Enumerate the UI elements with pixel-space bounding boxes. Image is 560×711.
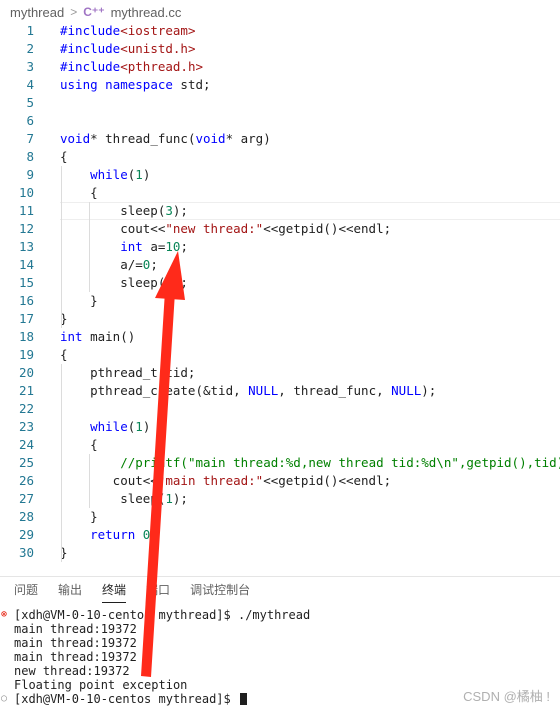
annotation-arrow-shaft [141,291,175,677]
annotation-arrow-head [155,251,185,300]
annotation-arrow [141,251,185,677]
